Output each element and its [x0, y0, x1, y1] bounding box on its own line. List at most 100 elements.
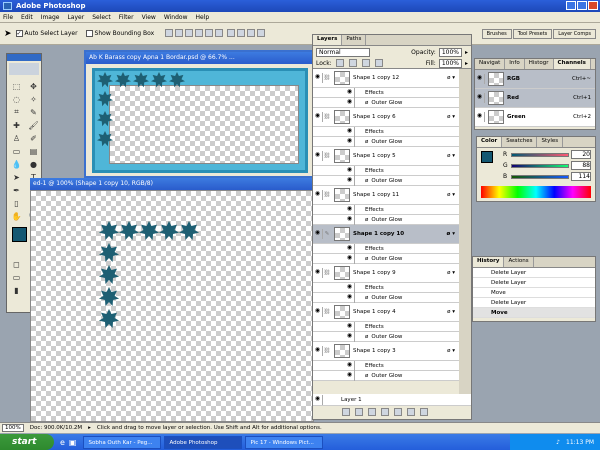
effects-row[interactable]: ◉ Effects — [313, 165, 459, 176]
tab-paths[interactable]: Paths — [342, 35, 367, 45]
path-select-icon[interactable]: ➤ — [9, 171, 24, 183]
outer-glow-row[interactable]: ◉ ø Outer Glow — [313, 175, 459, 186]
tab-navigator[interactable]: Navigat — [475, 59, 506, 69]
menu-file[interactable]: File — [3, 14, 13, 21]
distribute-4-icon[interactable] — [257, 28, 266, 37]
visibility-eye-icon[interactable]: ◉ — [345, 253, 355, 264]
taskbar-item[interactable]: Adobe Photoshop — [164, 435, 243, 449]
visibility-eye-icon[interactable]: ◉ — [345, 204, 355, 215]
layer-link-icon[interactable]: ⛓ — [323, 114, 331, 120]
visibility-eye-icon[interactable]: ◉ — [475, 112, 485, 122]
visibility-eye-icon[interactable]: ◉ — [313, 307, 323, 317]
screen-mode-3-icon[interactable]: ▮ — [9, 284, 24, 296]
well-tab-brushes[interactable]: Brushes — [481, 28, 512, 39]
layer-link-icon[interactable]: ✎ — [323, 231, 331, 237]
lock-all-icon[interactable] — [374, 59, 383, 67]
brush-tool-icon[interactable]: 🖌 — [26, 119, 41, 131]
align-right-icon[interactable] — [215, 28, 224, 37]
minimize-button[interactable] — [566, 1, 576, 10]
layer-link-icon[interactable]: ⛓ — [323, 192, 331, 198]
menu-image[interactable]: Image — [41, 14, 60, 21]
document-canvas[interactable] — [30, 190, 314, 422]
document-window-2[interactable]: ed-1 @ 100% (Shape 1 copy 10, RGB/8) — [30, 178, 314, 422]
move-tool-icon[interactable]: ✥ — [26, 80, 41, 92]
r-value[interactable]: 20 — [571, 150, 591, 159]
menu-filter[interactable]: Filter — [119, 14, 134, 21]
tab-color[interactable]: Color — [477, 137, 503, 147]
tab-swatches[interactable]: Swatches — [502, 137, 538, 147]
visibility-eye-icon[interactable]: ◉ — [345, 282, 355, 293]
opacity-field[interactable]: 100% — [438, 47, 462, 57]
fill-arrow-icon[interactable]: ▸ — [465, 60, 468, 67]
status-arrow-icon[interactable]: ▸ — [88, 425, 91, 431]
layer-link-icon[interactable]: ⛓ — [323, 75, 331, 81]
fx-icon[interactable]: ø ▾ — [447, 114, 455, 120]
align-center-icon[interactable] — [205, 28, 214, 37]
start-button[interactable]: start — [0, 434, 54, 450]
b-slider[interactable] — [511, 174, 569, 179]
visibility-eye-icon[interactable]: ◉ — [313, 268, 323, 278]
zoom-field[interactable]: 100% — [2, 424, 24, 432]
clone-stamp-icon[interactable]: ♙ — [9, 132, 24, 144]
screen-mode-1-icon[interactable]: ▭ — [9, 271, 24, 283]
align-middle-icon[interactable] — [175, 28, 184, 37]
blend-mode-select[interactable]: Normal — [316, 47, 370, 57]
eraser-tool-icon[interactable]: ▭ — [9, 145, 24, 157]
lock-transparent-icon[interactable] — [335, 59, 344, 67]
dodge-tool-icon[interactable]: ● — [26, 158, 41, 170]
taskbar-item[interactable]: Pic 17 - Windows Pict... — [245, 435, 324, 449]
fx-icon[interactable]: ø ▾ — [447, 348, 455, 354]
effects-row[interactable]: ◉ Effects — [313, 87, 459, 98]
fx-icon[interactable]: ø ▾ — [447, 309, 455, 315]
layer-row[interactable]: ◉ ⛓ Shape 1 copy 4 ø ▾ — [313, 303, 459, 322]
distribute-2-icon[interactable] — [237, 28, 246, 37]
tab-info[interactable]: Info — [505, 59, 525, 69]
effects-row[interactable]: ◉ Effects — [313, 360, 459, 371]
history-item[interactable]: Move — [473, 288, 595, 298]
well-tab-layer-comps[interactable]: Layer Comps — [553, 28, 596, 39]
fx-icon[interactable]: ø ▾ — [447, 192, 455, 198]
layer-row[interactable]: ◉ ⛓ Shape 1 copy 6 ø ▾ — [313, 108, 459, 127]
adjustment-layer-icon[interactable] — [394, 408, 402, 416]
visibility-eye-icon[interactable]: ◉ — [345, 292, 355, 303]
outer-glow-row[interactable]: ◉ ø Outer Glow — [313, 136, 459, 147]
well-tab-tool-presets[interactable]: Tool Presets — [512, 28, 553, 39]
color-ramp[interactable] — [481, 186, 591, 198]
effects-row[interactable]: ◉ Effects — [313, 243, 459, 254]
layer-row[interactable]: ◉ ⛓ Shape 1 copy 11 ø ▾ — [313, 186, 459, 205]
align-left-icon[interactable] — [195, 28, 204, 37]
toolbox-titlebar[interactable] — [7, 54, 41, 61]
layer-link-icon[interactable]: ⛓ — [323, 309, 331, 315]
visibility-eye-icon[interactable]: ◉ — [345, 97, 355, 108]
opacity-arrow-icon[interactable]: ▸ — [465, 49, 468, 56]
history-item[interactable]: Delete Layer — [473, 268, 595, 278]
volume-icon[interactable]: ♪ — [556, 439, 560, 446]
menu-edit[interactable]: Edit — [21, 14, 33, 21]
layer-row[interactable]: ◉ ⛓ Shape 1 copy 9 ø ▾ — [313, 264, 459, 283]
foreground-color-swatch[interactable] — [12, 227, 27, 242]
visibility-eye-icon[interactable]: ◉ — [313, 112, 323, 122]
document-window-1[interactable]: Ab K Barass copy Apna 1 Bordar.psd @ 66.… — [84, 50, 316, 178]
auto-select-checkbox[interactable]: ✓ Auto Select Layer — [15, 30, 78, 37]
outer-glow-row[interactable]: ◉ ø Outer Glow — [313, 97, 459, 108]
visibility-eye-icon[interactable]: ◉ — [313, 394, 323, 405]
new-set-icon[interactable] — [381, 408, 389, 416]
notes-tool-icon[interactable]: ▯ — [9, 197, 24, 209]
lock-position-icon[interactable] — [361, 59, 370, 67]
layer-row[interactable]: ◉ ⛓ Shape 1 copy 3 ø ▾ — [313, 342, 459, 361]
bounding-box-checkbox[interactable]: Show Bounding Box — [85, 30, 154, 37]
effects-row[interactable]: ◉ Effects — [313, 282, 459, 293]
outer-glow-row[interactable]: ◉ ø Outer Glow — [313, 292, 459, 303]
fx-icon[interactable]: ø ▾ — [447, 231, 455, 237]
tab-histogram[interactable]: Histogr — [525, 59, 554, 69]
menu-select[interactable]: Select — [92, 14, 111, 21]
visibility-eye-icon[interactable]: ◉ — [313, 73, 323, 83]
layer-link-icon[interactable]: ⛓ — [323, 270, 331, 276]
crop-tool-icon[interactable]: ⌗ — [9, 106, 24, 118]
fx-icon[interactable]: ø ▾ — [447, 75, 455, 81]
quicklaunch-desktop-icon[interactable]: ▣ — [69, 438, 77, 447]
magic-wand-icon[interactable]: ✧ — [26, 93, 41, 105]
align-top-icon[interactable] — [165, 28, 174, 37]
effects-row[interactable]: ◉ Effects — [313, 126, 459, 137]
menu-window[interactable]: Window — [164, 14, 188, 21]
